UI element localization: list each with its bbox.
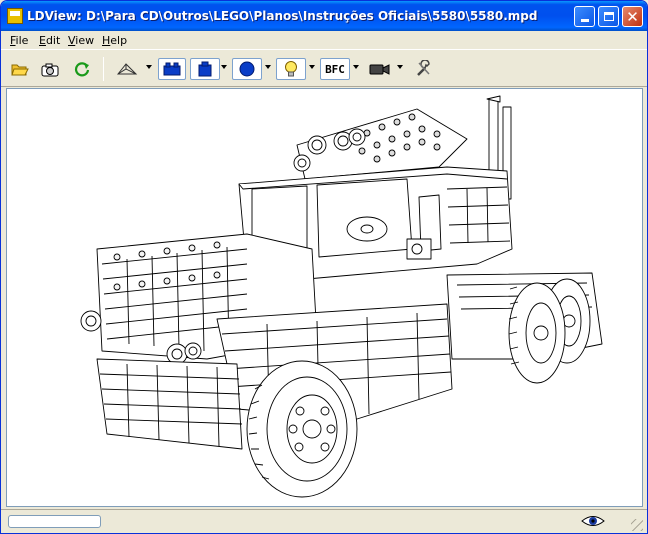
menu-edit[interactable]: Edit <box>39 34 60 47</box>
edges-button[interactable] <box>190 58 220 80</box>
wireframe-dropdown[interactable] <box>146 65 152 69</box>
ldview-window: LDView: D:\Para CD\Outros\LEGO\Planos\In… <box>0 0 648 534</box>
seams-button[interactable] <box>158 58 186 80</box>
menu-view[interactable]: View <box>68 34 94 47</box>
preferences-icon <box>417 60 430 76</box>
bfc-button[interactable]: BFC <box>320 58 350 80</box>
lighting-button[interactable] <box>276 58 306 80</box>
bfc-icon: BFC <box>325 62 345 76</box>
toolbar: BFC <box>1 51 647 87</box>
window-title: LDView: D:\Para CD\Outros\LEGO\Planos\In… <box>27 9 538 23</box>
title-bar[interactable]: LDView: D:\Para CD\Outros\LEGO\Planos\In… <box>1 1 647 31</box>
bfc-dropdown[interactable] <box>353 65 359 69</box>
wireframe-button[interactable] <box>116 58 138 80</box>
edges-icon <box>198 61 212 77</box>
primitive-substitution-button[interactable] <box>232 58 262 80</box>
progress-bar <box>8 515 101 528</box>
wireframe-icon <box>116 63 138 75</box>
examine-mode-indicator[interactable] <box>581 513 605 532</box>
menu-file[interactable]: File <box>10 34 28 47</box>
eye-icon <box>581 516 605 526</box>
open-folder-icon <box>11 64 29 76</box>
view-mode-button[interactable] <box>367 58 393 80</box>
close-icon: ✕ <box>626 7 639 26</box>
open-button[interactable] <box>9 58 31 80</box>
ldview-app-icon[interactable] <box>7 8 23 24</box>
reload-icon <box>74 62 90 77</box>
view-camera-icon <box>369 64 390 75</box>
lego-truck-model <box>80 95 603 498</box>
minimize-icon <box>580 18 589 22</box>
maximize-button[interactable] <box>598 6 619 27</box>
model-viewport[interactable] <box>6 88 643 507</box>
close-button[interactable]: ✕ <box>622 6 643 27</box>
primitive-substitution-dropdown[interactable] <box>265 65 271 69</box>
menu-bar: File Edit View Help <box>1 31 647 50</box>
lighting-dropdown[interactable] <box>309 65 315 69</box>
snapshot-button[interactable] <box>39 58 61 80</box>
primitive-substitution-icon <box>239 61 255 77</box>
preferences-button[interactable] <box>411 58 437 80</box>
reload-button[interactable] <box>71 58 93 80</box>
maximize-icon <box>603 12 614 21</box>
snapshot-camera-icon <box>41 63 59 77</box>
edges-dropdown[interactable] <box>221 65 227 69</box>
menu-help[interactable]: Help <box>102 34 127 47</box>
resize-grip[interactable] <box>631 519 643 531</box>
lighting-icon <box>285 61 297 77</box>
view-mode-dropdown[interactable] <box>397 65 403 69</box>
status-bar <box>1 509 647 533</box>
seams-icon <box>163 62 181 76</box>
minimize-button[interactable] <box>574 6 595 27</box>
